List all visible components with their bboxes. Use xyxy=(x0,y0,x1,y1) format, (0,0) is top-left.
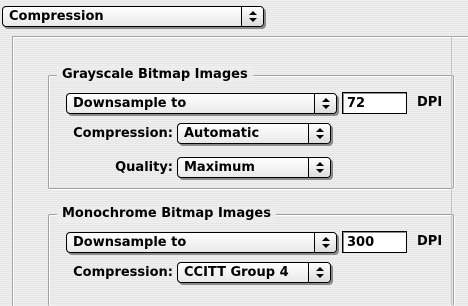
grayscale-dpi-unit: DPI xyxy=(417,95,443,110)
section-popup[interactable]: Compression xyxy=(2,6,264,27)
grayscale-quality-label: Quality: xyxy=(115,160,173,175)
grayscale-compression-label: Compression: xyxy=(73,126,173,141)
grayscale-compression-value: Automatic xyxy=(184,126,260,141)
grayscale-dpi-field[interactable] xyxy=(342,92,407,114)
monochrome-group-title: Monochrome Bitmap Images xyxy=(57,206,276,222)
monochrome-dpi-unit: DPI xyxy=(417,234,443,249)
monochrome-compression-value: CCITT Group 4 xyxy=(184,265,289,280)
monochrome-dpi-field[interactable] xyxy=(342,231,407,253)
up-down-arrows-icon xyxy=(308,158,330,177)
monochrome-downsample-label: Downsample to xyxy=(73,235,187,250)
monochrome-compression-label: Compression: xyxy=(73,265,173,280)
grayscale-downsample-label: Downsample to xyxy=(73,96,187,111)
up-down-arrows-icon xyxy=(314,94,336,113)
section-popup-label: Compression xyxy=(9,9,104,24)
grayscale-compression-popup[interactable]: Automatic xyxy=(177,123,331,144)
grayscale-quality-value: Maximum xyxy=(184,160,255,175)
monochrome-group xyxy=(48,214,454,306)
grayscale-downsample-popup[interactable]: Downsample to xyxy=(66,93,337,114)
up-down-arrows-icon xyxy=(241,7,263,26)
grayscale-group-title: Grayscale Bitmap Images xyxy=(57,67,253,83)
monochrome-downsample-popup[interactable]: Downsample to xyxy=(66,232,337,253)
monochrome-compression-popup[interactable]: CCITT Group 4 xyxy=(177,262,331,283)
panel-right-edge xyxy=(451,36,452,305)
up-down-arrows-icon xyxy=(314,233,336,252)
up-down-arrows-icon xyxy=(308,124,330,143)
up-down-arrows-icon xyxy=(308,263,330,282)
grayscale-quality-popup[interactable]: Maximum xyxy=(177,157,331,178)
